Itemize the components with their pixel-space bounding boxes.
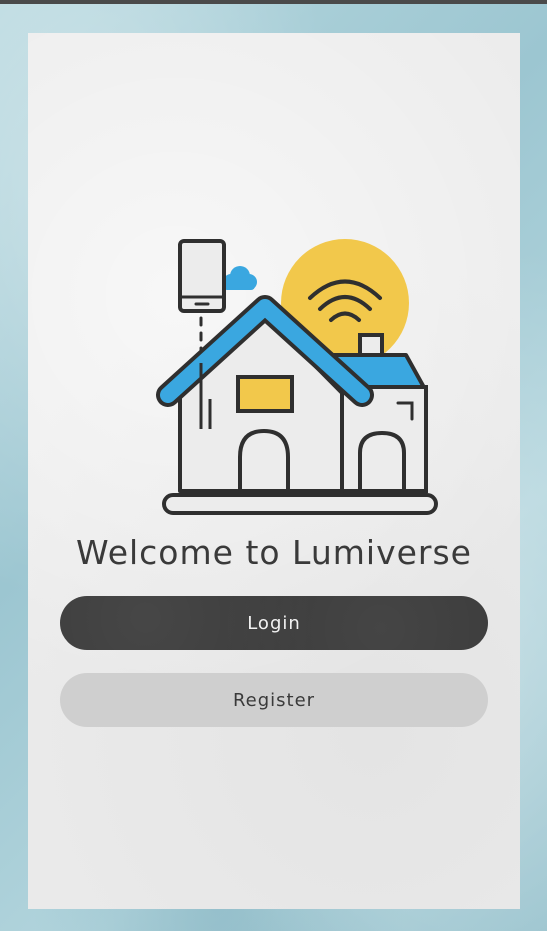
login-button[interactable]: Login	[60, 596, 488, 650]
register-button[interactable]: Register	[60, 673, 488, 727]
status-bar-strip	[0, 0, 547, 4]
smart-home-illustration	[128, 203, 448, 523]
phone-icon	[178, 239, 226, 313]
smart-home-icon	[156, 239, 438, 515]
cloud-icon	[223, 266, 257, 290]
welcome-card: Welcome to Lumiverse Login Register	[28, 33, 520, 909]
welcome-title: Welcome to Lumiverse	[76, 533, 472, 572]
